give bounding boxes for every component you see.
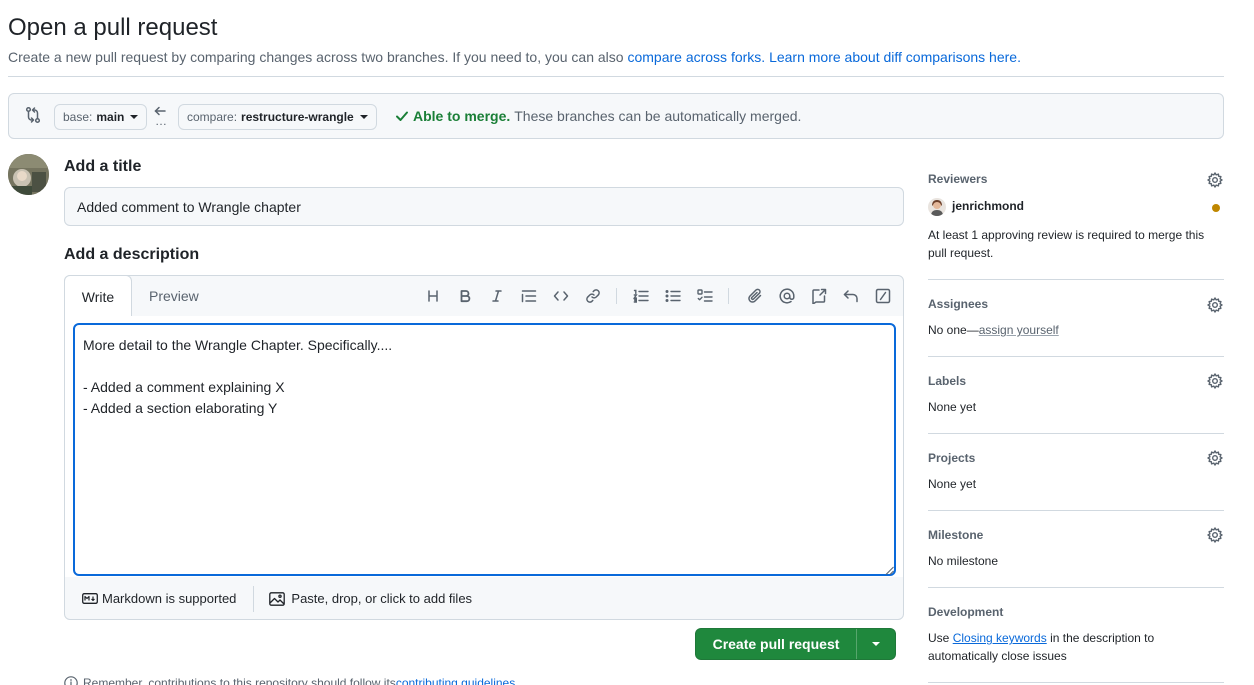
markdown-icon [82,593,98,604]
editor-footer: Markdown is supported Paste, drop, or cl… [65,577,903,620]
gear-icon[interactable] [1207,373,1225,391]
reviewers-note-line1: At least 1 approving review is required … [928,228,1205,242]
footer-divider [253,585,255,612]
markdown-support[interactable]: Markdown is supported [82,591,236,606]
reviewer-name[interactable]: jenrichmond [952,199,1024,213]
milestone-title[interactable]: Milestone [928,528,983,542]
compare-arrows-icon [25,106,41,124]
tab-write[interactable]: Write [64,275,132,317]
attach-note: Paste, drop, or click to add files [291,591,473,606]
unordered-list-icon[interactable] [663,286,683,306]
reference-icon[interactable] [809,286,829,306]
create-pull-request-label[interactable]: Create pull request [696,636,856,652]
title-input[interactable]: Added comment to Wrangle chapter [64,187,904,226]
bold-icon[interactable] [455,286,475,306]
quote-icon[interactable] [519,286,539,306]
assign-yourself-link[interactable]: assign yourself [979,323,1059,337]
markdown-note: Markdown is supported [102,591,237,606]
reviewers-note-line2: pull request. [928,246,994,260]
development-suffix: in the description to [1046,631,1155,645]
gear-icon[interactable] [1207,297,1225,315]
development-prefix: Use [928,631,953,645]
gear-icon[interactable] [1207,527,1225,545]
sidebar-divider [928,356,1224,357]
reviewer-avatar [928,198,946,216]
reminder-text: Remember, contributions to this reposito… [83,676,396,685]
chevron-down-icon [359,115,368,119]
undo-icon[interactable] [841,286,861,306]
base-branch-select[interactable]: base: main [54,104,148,130]
image-icon [269,591,286,606]
description-heading: Add a description [64,246,200,263]
chevron-down-icon [130,115,139,119]
base-value: main [96,110,125,124]
development-line1: Use Closing keywords in the description … [928,631,1154,645]
heading-icon[interactable] [423,286,443,306]
assignees-none: No one— [928,323,979,337]
title-heading: Add a title [64,158,142,175]
closing-keywords-link[interactable]: Closing keywords [953,631,1047,645]
toolbar-divider [616,288,617,304]
development-title: Development [928,605,1004,619]
chevron-down-icon[interactable] [857,642,895,646]
sidebar-divider [928,433,1224,434]
gear-icon[interactable] [1207,172,1225,190]
attach-icon[interactable] [745,286,765,306]
page-title: Open a pull request [8,14,218,41]
attach-files[interactable]: Paste, drop, or click to add files [269,591,472,606]
contributing-reminder: Remember, contributions to this reposito… [64,676,515,685]
pending-review-dot-icon [1212,204,1220,212]
milestone-value: No milestone [928,554,999,568]
compare-forks-link[interactable]: compare across forks. [627,49,765,65]
compare-value: restructure-wrangle [241,110,354,124]
merge-status: Able to merge. These branches can be aut… [395,108,801,124]
description-editor: Write Preview More detail to the Wrangle… [64,275,904,620]
base-label: base: [63,110,93,124]
contributing-guidelines-link[interactable]: contributing guidelines [396,676,515,685]
info-icon [64,676,78,685]
italic-icon[interactable] [487,286,507,306]
compare-label: compare: [187,110,238,124]
assignees-title[interactable]: Assignees [928,297,988,311]
create-pull-request-button: Create pull request [695,628,896,660]
toolbar-divider [728,288,729,304]
avatar [8,154,49,195]
labels-value: None yet [928,400,977,414]
projects-title[interactable]: Projects [928,451,975,465]
link-icon[interactable] [583,286,603,306]
numbered-list-icon[interactable] [631,286,651,306]
learn-more-link[interactable]: Learn more about diff comparisons here. [769,49,1021,65]
header-divider [8,76,1224,77]
tab-preview[interactable]: Preview [149,288,199,304]
development-line2: automatically close issues [928,649,1067,663]
reviewers-title[interactable]: Reviewers [928,172,987,186]
mention-icon[interactable] [777,286,797,306]
labels-title[interactable]: Labels [928,374,966,388]
sidebar-divider [928,587,1224,588]
page-subtitle: Create a new pull request by comparing c… [8,49,1021,65]
arrow-dots: … [155,114,167,128]
check-icon [395,109,409,123]
merge-status-bold: Able to merge. [413,108,511,124]
projects-value: None yet [928,477,977,491]
slash-commands-icon[interactable] [873,286,893,306]
code-icon[interactable] [551,286,571,306]
sidebar-divider [928,279,1224,280]
compare-branch-select[interactable]: compare: restructure-wrangle [178,104,377,130]
assignees-value: No one—assign yourself [928,323,1059,337]
description-textarea[interactable]: More detail to the Wrangle Chapter. Spec… [73,323,896,576]
sidebar-divider [928,510,1224,511]
gear-icon[interactable] [1207,450,1225,468]
task-list-icon[interactable] [695,286,715,306]
compare-bar: base: main … compare: restructure-wrangl… [8,93,1224,139]
merge-status-text: These branches can be automatically merg… [514,108,802,124]
subtitle-text: Create a new pull request by comparing c… [8,49,628,65]
sidebar-divider [928,682,1224,683]
resize-handle-icon[interactable] [885,566,894,575]
